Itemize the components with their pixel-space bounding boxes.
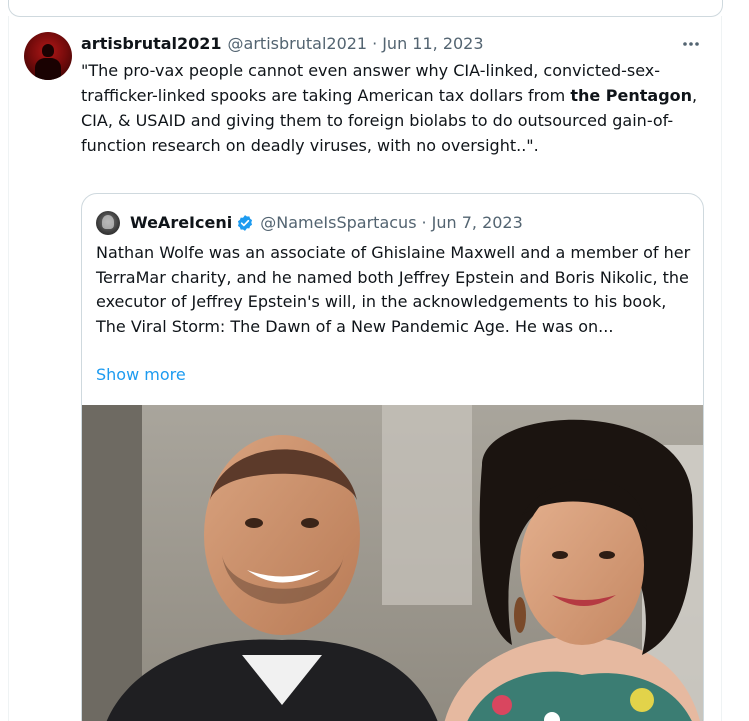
timeline-border-right [721, 16, 722, 721]
tweet-date[interactable]: Jun 11, 2023 [382, 33, 483, 55]
quote-header: WeAreIceni @NameIsSpartacus · Jun 7, 202… [130, 212, 523, 234]
more-options-button[interactable] [680, 34, 702, 54]
tweet-text-bold: the Pentagon [570, 86, 693, 105]
timeline-border-left [8, 16, 9, 721]
tweet-text: "The pro-vax people cannot even answer w… [81, 58, 701, 158]
previous-post-card [8, 0, 723, 17]
more-horizontal-icon [683, 42, 699, 46]
header-separator: · [372, 34, 378, 53]
tweet-header: artisbrutal2021 @artisbrutal2021 · Jun 1… [81, 33, 484, 55]
quote-author-handle[interactable]: @NameIsSpartacus [260, 212, 416, 234]
avatar-figure-head [42, 44, 54, 57]
quote-avatar[interactable] [96, 211, 120, 235]
quote-avatar-helmet [102, 215, 114, 229]
quote-text: Nathan Wolfe was an associate of Ghislai… [96, 243, 691, 336]
tweet-view: artisbrutal2021 @artisbrutal2021 · Jun 1… [0, 0, 749, 721]
quote-author-display-name[interactable]: WeAreIceni [130, 212, 232, 234]
verified-badge-icon [238, 215, 253, 231]
quote-header-separator: · [421, 213, 427, 232]
author-display-name[interactable]: artisbrutal2021 [81, 33, 222, 55]
show-more-link[interactable]: Show more [96, 363, 186, 387]
avatar[interactable] [24, 32, 72, 80]
avatar-figure-body [35, 58, 61, 80]
author-handle[interactable]: @artisbrutal2021 [228, 33, 368, 55]
quote-photo[interactable] [82, 405, 703, 721]
quote-date[interactable]: Jun 7, 2023 [432, 212, 523, 234]
photo-illustration [82, 405, 703, 721]
quoted-tweet-card[interactable]: WeAreIceni @NameIsSpartacus · Jun 7, 202… [81, 193, 704, 721]
